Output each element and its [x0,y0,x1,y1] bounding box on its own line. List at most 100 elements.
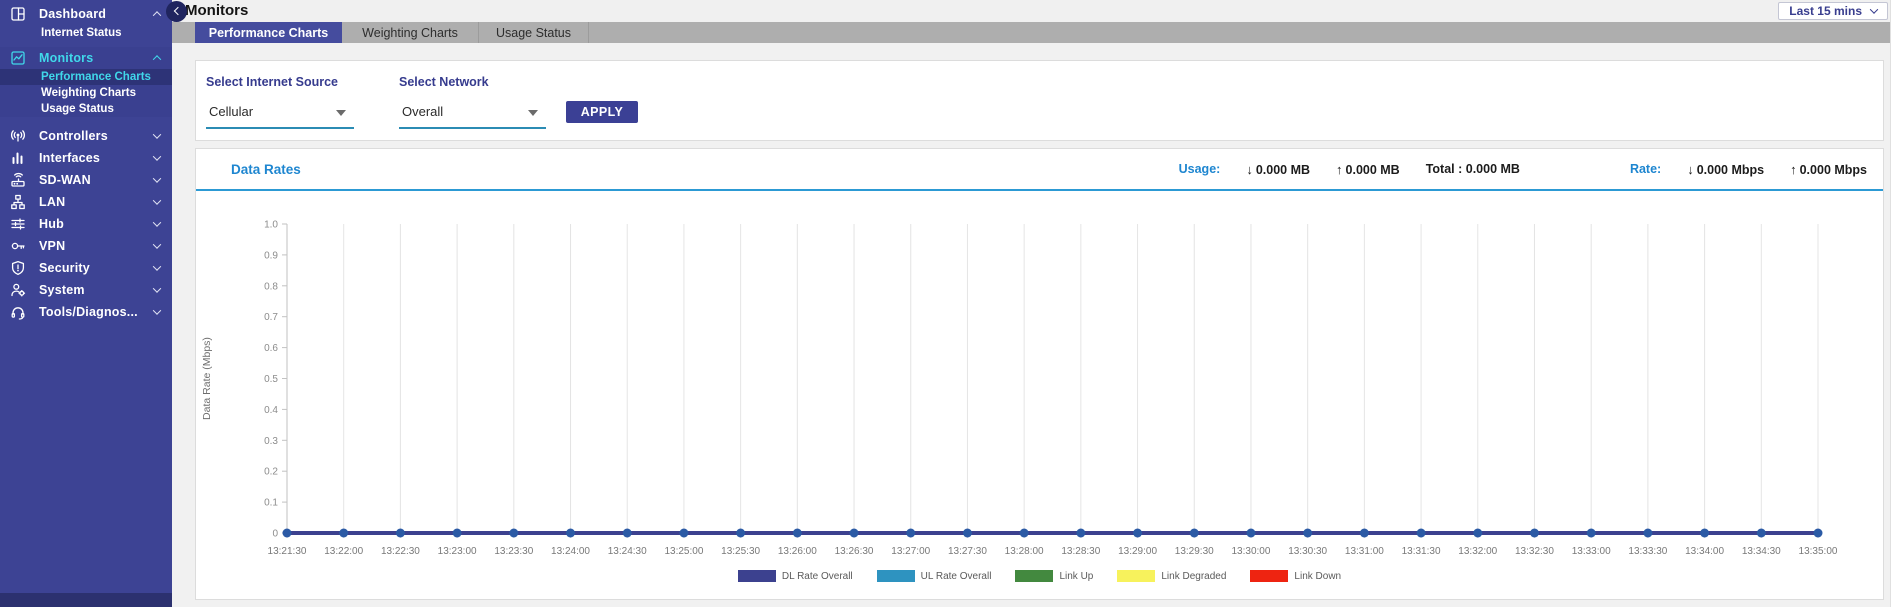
svg-text:13:24:00: 13:24:00 [551,546,590,557]
legend-item-dl-rate-overall: DL Rate Overall [738,570,853,582]
sidebar-item-label: Security [39,261,154,275]
svg-text:0.9: 0.9 [264,250,278,261]
sidebar-item-label: Internet Status [41,27,122,39]
up-arrow-icon: ↑ [1790,162,1797,177]
legend-swatch [1015,570,1053,582]
sidebar-item-interfaces[interactable]: Interfaces [0,147,172,169]
legend-swatch [1117,570,1155,582]
chevron-left-icon [174,7,182,15]
legend-swatch [1250,570,1288,582]
select-underline [399,127,546,129]
svg-text:13:29:30: 13:29:30 [1175,546,1214,557]
legend-swatch [877,570,915,582]
sidebar-item-label: Usage Status [41,103,114,115]
internet-source-label: Select Internet Source [206,75,338,89]
legend-label: UL Rate Overall [921,571,992,582]
sidebar-item-dashboard[interactable]: Dashboard [0,3,172,25]
legend-item-link-down: Link Down [1250,570,1341,582]
sidebar-item-label: LAN [39,195,154,209]
network-label: Select Network [399,75,489,89]
chevron-down-icon [153,196,161,204]
sidebar-nav: Dashboard Internet Status Monitors Performa… [0,0,172,323]
data-rates-chart: 13:21:3013:22:0013:22:3013:23:0013:23:30… [196,191,1883,563]
svg-text:13:24:30: 13:24:30 [608,546,647,557]
svg-text:0.6: 0.6 [264,343,278,354]
tab-performance-charts[interactable]: Performance Charts [195,22,342,43]
sidebar-item-vpn[interactable]: VPN [0,235,172,257]
chevron-up-icon [153,55,161,63]
apply-button[interactable]: APPLY [566,101,638,123]
legend-swatch [738,570,776,582]
svg-text:13:27:00: 13:27:00 [891,546,930,557]
sidebar-item-label: Tools/Diagnos... [39,305,154,319]
rate-download: ↓0.000 Mbps [1687,162,1764,177]
svg-text:0.1: 0.1 [264,498,278,509]
sidebar-item-sd-wan[interactable]: SD-WAN [0,169,172,191]
sidebar-subitem-weighting-charts[interactable]: Weighting Charts [0,85,172,101]
svg-text:0.7: 0.7 [264,312,278,323]
legend-label: DL Rate Overall [782,571,853,582]
svg-text:0.8: 0.8 [264,281,278,292]
sidebar-subitem-internet-status[interactable]: Internet Status [0,25,172,41]
sidebar: Dashboard Internet Status Monitors Performa… [0,0,172,607]
sidebar-item-lan[interactable]: LAN [0,191,172,213]
sidebar-item-monitors[interactable]: Monitors [0,47,172,69]
sidebar-item-label: Dashboard [39,7,154,21]
data-rates-panel: Data Rates Usage: ↓0.000 MB ↑0.000 MB To… [195,148,1884,600]
sdwan-icon [10,172,26,188]
svg-text:13:23:30: 13:23:30 [494,546,533,557]
sidebar-collapse-button[interactable] [166,1,187,22]
sidebar-item-system[interactable]: System [0,279,172,301]
chevron-down-icon [153,262,161,270]
sidebar-item-label: Interfaces [39,151,154,165]
network-select[interactable]: Overall [399,101,546,125]
filter-card: Select Internet Source Cellular Select N… [195,60,1884,141]
usage-download: ↓0.000 MB [1246,162,1310,177]
legend-label: Link Down [1294,571,1341,582]
tab-usage-status[interactable]: Usage Status [479,22,589,43]
chart-svg: 13:21:3013:22:0013:22:3013:23:0013:23:30… [196,191,1883,563]
sidebar-item-security[interactable]: Security [0,257,172,279]
sidebar-item-controllers[interactable]: Controllers [0,125,172,147]
hub-icon [10,216,26,232]
svg-text:0.4: 0.4 [264,405,278,416]
svg-text:13:25:00: 13:25:00 [664,546,703,557]
svg-text:13:26:00: 13:26:00 [778,546,817,557]
up-arrow-icon: ↑ [1336,162,1343,177]
sidebar-item-label: SD-WAN [39,173,154,187]
sidebar-subitem-performance-charts[interactable]: Performance Charts [0,69,172,85]
sidebar-item-label: Monitors [39,51,154,65]
monitors-icon [10,50,26,66]
svg-text:0.5: 0.5 [264,374,278,385]
svg-text:13:30:00: 13:30:00 [1231,546,1270,557]
chevron-down-icon [1870,5,1878,13]
svg-text:13:33:00: 13:33:00 [1572,546,1611,557]
time-range-value: Last 15 mins [1789,4,1862,18]
svg-text:13:31:00: 13:31:00 [1345,546,1384,557]
time-range-dropdown[interactable]: Last 15 mins [1778,2,1888,20]
svg-text:Data Rate (Mbps): Data Rate (Mbps) [201,337,213,420]
svg-text:0.2: 0.2 [264,467,278,478]
sidebar-subitem-usage-status[interactable]: Usage Status [0,101,172,117]
tools-icon [10,304,26,320]
sidebar-item-label: Controllers [39,129,154,143]
internet-source-select[interactable]: Cellular [206,101,354,125]
svg-text:13:22:00: 13:22:00 [324,546,363,557]
security-icon [10,260,26,276]
chevron-down-icon [153,174,161,182]
svg-text:13:33:30: 13:33:30 [1628,546,1667,557]
internet-source-value: Cellular [209,104,253,119]
scrollbar-gutter[interactable] [1890,0,1897,607]
tab-weighting-charts[interactable]: Weighting Charts [342,22,479,43]
svg-text:0.3: 0.3 [264,436,278,447]
svg-text:13:34:30: 13:34:30 [1742,546,1781,557]
chevron-up-icon [153,11,161,19]
svg-text:13:29:00: 13:29:00 [1118,546,1157,557]
sidebar-item-hub[interactable]: Hub [0,213,172,235]
sidebar-item-tools-diagnos[interactable]: Tools/Diagnos... [0,301,172,323]
sidebar-item-label: Hub [39,217,154,231]
main-content: Monitors Last 15 mins Performance Charts… [172,0,1897,607]
chevron-down-icon [153,130,161,138]
controllers-icon [10,128,26,144]
svg-text:13:32:00: 13:32:00 [1458,546,1497,557]
